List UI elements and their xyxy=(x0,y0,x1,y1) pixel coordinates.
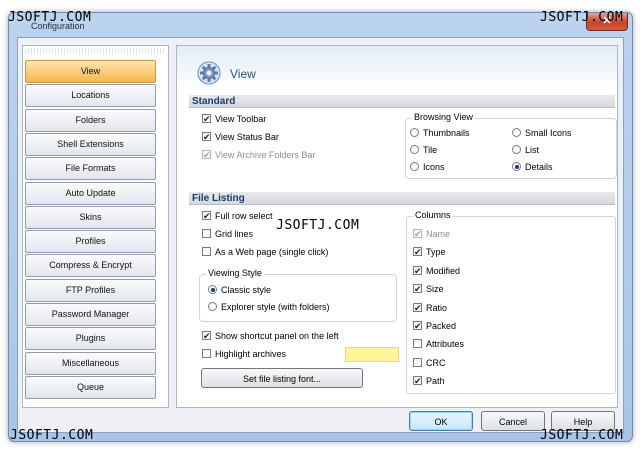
cancel-button[interactable]: Cancel xyxy=(481,411,545,431)
column-name-label: Name xyxy=(426,229,451,239)
radio-button[interactable] xyxy=(512,128,521,137)
column-ratio-label: Ratio xyxy=(426,302,448,313)
checkbox-box[interactable] xyxy=(202,349,211,358)
checkbox-box[interactable]: ✔ xyxy=(413,265,422,275)
checkbox-box[interactable]: ✔ xyxy=(413,376,422,386)
sidebar-item-miscellaneous[interactable]: Miscellaneous xyxy=(25,351,156,375)
radio-button[interactable] xyxy=(208,285,217,294)
section-standard: Standard xyxy=(189,95,615,108)
sidebar-grip xyxy=(25,48,166,54)
checkbox-box[interactable] xyxy=(202,247,211,256)
checkbox-box[interactable]: ✔ xyxy=(202,132,211,142)
radio-button[interactable] xyxy=(512,145,521,154)
watermark: JSOFTJ.COM xyxy=(540,428,624,443)
columns-title: Columns xyxy=(413,210,453,220)
radio-button[interactable] xyxy=(410,162,419,171)
sidebar-item-view[interactable]: View xyxy=(25,60,156,83)
checkbox-box[interactable]: ✔ xyxy=(413,284,422,294)
option-view-toolbar-label: View Toolbar xyxy=(215,114,267,124)
page-header: View xyxy=(177,46,617,90)
watermark: JSOFTJ.COM xyxy=(276,218,360,233)
checkbox-box[interactable] xyxy=(413,339,422,349)
option-as-a-web-page-single-click--label: As a Web page (single click) xyxy=(215,247,329,257)
sidebar-item-queue[interactable]: Queue xyxy=(25,375,156,399)
sidebar-item-file-formats[interactable]: File Formats xyxy=(25,157,156,181)
gear-icon xyxy=(197,61,221,85)
radio-button[interactable] xyxy=(410,128,419,137)
sidebar-item-password-manager[interactable]: Password Manager xyxy=(25,303,156,326)
sidebar-item-skins[interactable]: Skins xyxy=(25,205,156,229)
watermark: JSOFTJ.COM xyxy=(8,10,92,25)
checkbox-box[interactable] xyxy=(202,229,211,238)
radio-icons-label: Icons xyxy=(423,162,445,172)
browsing-view-group: Browsing View Thumbnails Small Icons Tile L… xyxy=(405,112,617,179)
page-title: View xyxy=(230,67,256,81)
sidebar: View Locations Folders Shell Extensions File… xyxy=(22,45,169,408)
sidebar-item-plugins[interactable]: Plugins xyxy=(25,327,156,351)
radio-thumbnails-label: Thumbnails xyxy=(423,128,470,138)
checkbox-box[interactable] xyxy=(413,357,422,367)
radio-list-label: List xyxy=(525,145,540,155)
sidebar-item-profiles[interactable]: Profiles xyxy=(25,230,156,254)
checkbox-box[interactable]: ✔ xyxy=(413,321,422,331)
radio-button[interactable] xyxy=(208,302,217,311)
checkbox-box[interactable]: ✔ xyxy=(202,211,211,221)
sidebar-item-shell-extensions[interactable]: Shell Extensions xyxy=(25,132,156,156)
shortcut-panel-label: Show shortcut panel on the left xyxy=(215,331,339,341)
dialog-client: View Locations Folders Shell Extensions File… xyxy=(17,37,624,433)
section-file-listing: File Listing xyxy=(189,192,615,205)
checkbox-box[interactable]: ✔ xyxy=(202,331,211,341)
radio-tile-label: Tile xyxy=(423,145,438,155)
sidebar-item-compress-encrypt[interactable]: Compress & Encrypt xyxy=(25,254,156,278)
settings-panel: View Standard ✔ View Toolbar ✔ View Status … xyxy=(176,45,618,408)
sidebar-item-folders[interactable]: Folders xyxy=(25,108,156,132)
option-view-status-bar-label: View Status Bar xyxy=(215,132,279,142)
highlight-archives-label: Highlight archives xyxy=(215,349,287,359)
column-packed-label: Packed xyxy=(426,321,457,331)
column-path-label: Path xyxy=(426,376,445,387)
column-crc-label: CRC xyxy=(426,357,446,368)
sidebar-item-locations[interactable]: Locations xyxy=(25,84,156,108)
viewing-style-title: Viewing Style xyxy=(206,268,264,278)
option-full-row-select-label: Full row select xyxy=(215,211,273,221)
ok-button[interactable]: OK xyxy=(409,411,473,431)
watermark: JSOFTJ.COM xyxy=(10,428,94,443)
set-font-button[interactable]: Set file listing font... xyxy=(201,368,363,388)
radio-button[interactable] xyxy=(410,145,419,154)
radio-details-label: Details xyxy=(525,162,553,172)
column-attributes-label: Attributes xyxy=(426,339,465,350)
column-type-label: Type xyxy=(426,247,446,258)
radio-small-icons-label: Small Icons xyxy=(525,128,572,138)
checkbox-box[interactable]: ✔ xyxy=(202,114,211,124)
watermark: JSOFTJ.COM xyxy=(540,10,624,25)
browsing-view-title: Browsing View xyxy=(412,112,475,122)
highlight-color-swatch[interactable] xyxy=(345,347,399,362)
viewing-style-group: Viewing Style Classic style Explorer styl… xyxy=(199,268,397,322)
column-size-label: Size xyxy=(426,284,444,295)
title-bar[interactable]: Configuration ✕ xyxy=(9,13,632,35)
column-modified-label: Modified xyxy=(426,265,461,276)
checkbox-box[interactable]: ✔ xyxy=(413,247,422,257)
option-grid-lines-label: Grid lines xyxy=(215,229,254,239)
columns-group: Columns ✔ Name ✔ Type ✔ Modified ✔ Size ✔ Ratio ✔ P… xyxy=(406,210,616,394)
radio-explorer-style-with-folders--label: Explorer style (with folders) xyxy=(221,302,330,312)
radio-button[interactable] xyxy=(512,162,521,171)
sidebar-item-ftp-profiles[interactable]: FTP Profiles xyxy=(25,278,156,302)
checkbox-box[interactable]: ✔ xyxy=(202,150,211,160)
checkbox-box[interactable]: ✔ xyxy=(413,302,422,312)
radio-classic-style-label: Classic style xyxy=(221,285,272,295)
sidebar-item-auto-update[interactable]: Auto Update xyxy=(25,181,156,205)
option-view-archive-folders-bar-label: View Archive Folders Bar xyxy=(215,150,316,160)
checkbox-box[interactable]: ✔ xyxy=(413,229,422,239)
